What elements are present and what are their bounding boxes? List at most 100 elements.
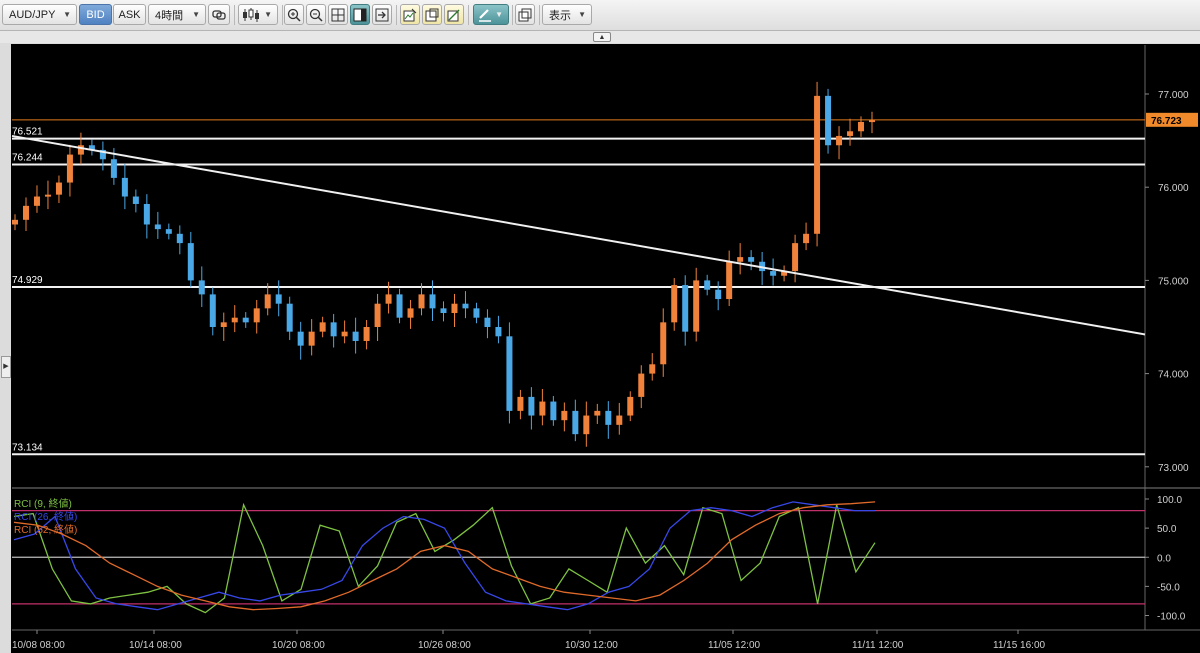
horizontal-line-label: 76.244 [12, 152, 43, 163]
indicator-series-line [13, 502, 876, 614]
horizontal-line-label: 73.134 [12, 442, 43, 453]
candle-body [110, 159, 117, 178]
candle-body [451, 303, 458, 314]
candle-body [407, 308, 414, 318]
candle-body [264, 294, 271, 309]
candle-body [55, 182, 62, 195]
indicator-y-tick-label: -100.0 [1157, 612, 1186, 623]
candle-body [275, 294, 282, 304]
y-tick-label: 76.000 [1158, 183, 1189, 194]
candle-body [484, 317, 491, 327]
horizontal-line-label: 74.929 [12, 275, 43, 286]
candle-body [22, 205, 29, 220]
candle-body [583, 415, 590, 435]
candle-body [154, 224, 161, 230]
candle-body [165, 229, 172, 234]
x-tick-label: 10/20 08:00 [272, 640, 325, 651]
candle-body [396, 294, 403, 318]
candle-body [297, 331, 304, 346]
candle-body [528, 396, 535, 416]
y-tick-label: 73.000 [1158, 463, 1189, 474]
candle-body [572, 410, 579, 435]
candle-body [319, 322, 326, 332]
current-price-label: 76.723 [1151, 116, 1182, 127]
price-chart[interactable]: 77.00076.00075.00074.00073.00076.52176.2… [0, 0, 1200, 653]
y-tick-label: 74.000 [1158, 370, 1189, 381]
candle-body [539, 401, 546, 416]
candle-body [209, 294, 216, 327]
candle-body [440, 308, 447, 314]
candle-body [176, 233, 183, 244]
candle-body [33, 196, 40, 206]
candle-body [836, 135, 843, 146]
candle-body [770, 271, 777, 276]
candle-body [473, 308, 480, 318]
x-tick-label: 10/08 08:00 [12, 640, 65, 651]
candle-body [627, 396, 634, 416]
candle-body [187, 243, 194, 281]
y-tick-label: 75.000 [1158, 276, 1189, 287]
candle-body [517, 396, 524, 411]
indicator-y-tick-label: 0.0 [1157, 553, 1171, 564]
x-tick-label: 10/30 12:00 [565, 640, 618, 651]
candle-body [726, 261, 733, 300]
candle-body [418, 294, 425, 309]
candle-body [737, 257, 744, 262]
x-tick-label: 11/15 16:00 [993, 640, 1046, 651]
candle-body [814, 95, 821, 234]
x-tick-label: 10/14 08:00 [129, 640, 182, 651]
candle-body [286, 303, 293, 332]
indicator-y-tick-label: 100.0 [1157, 495, 1182, 506]
candle-body [308, 331, 315, 346]
x-tick-label: 10/26 08:00 [418, 640, 471, 651]
candle-body [363, 327, 370, 341]
candle-body [242, 317, 249, 323]
candle-body [682, 285, 689, 332]
candle-body [792, 243, 799, 272]
candle-body [847, 131, 854, 136]
candle-body [330, 322, 337, 337]
candle-body [374, 303, 381, 327]
candle-body [429, 294, 436, 309]
candle-body [495, 327, 502, 337]
candle-body [66, 154, 73, 183]
candle-body [858, 121, 865, 132]
candle-body [803, 233, 810, 244]
candle-body [341, 331, 348, 337]
candle-body [605, 410, 612, 425]
candle-body [550, 401, 557, 421]
candle-body [352, 331, 359, 341]
candle-body [638, 373, 645, 397]
candle-body [671, 285, 678, 323]
main-chart-layer: 77.00076.00075.00074.00073.00076.52176.2… [11, 45, 1200, 651]
candle-body [649, 364, 656, 374]
x-tick-label: 11/05 12:00 [708, 640, 761, 651]
candle-body [869, 120, 875, 123]
candle-body [594, 410, 601, 416]
candle-body [825, 95, 832, 146]
indicator-y-tick-label: -50.0 [1157, 582, 1180, 593]
candle-body [506, 336, 513, 411]
candle-body [561, 410, 568, 421]
candle-body [748, 257, 755, 262]
y-tick-label: 77.000 [1158, 90, 1189, 101]
indicator-layer: 100.0 50.0 0.0 -50.0 -100.0 [12, 495, 1186, 623]
candle-body [12, 219, 18, 225]
candle-body [385, 294, 392, 304]
candle-body [44, 194, 51, 197]
candle-body [693, 280, 700, 332]
x-tick-label: 11/11 12:00 [852, 640, 904, 651]
candle-body [704, 280, 711, 290]
legend-rci-52: RCI (52, 終値) [14, 525, 78, 536]
candle-body [231, 317, 238, 323]
candle-body [143, 203, 150, 225]
candle-body [462, 303, 469, 309]
candle-body [660, 322, 667, 365]
indicator-y-tick-label: 50.0 [1157, 524, 1177, 535]
candle-body [616, 415, 623, 425]
candle-body [253, 308, 260, 323]
candle-body [121, 177, 128, 197]
candle-body [220, 322, 227, 327]
candle-body [198, 280, 205, 295]
candle-body [132, 196, 139, 204]
